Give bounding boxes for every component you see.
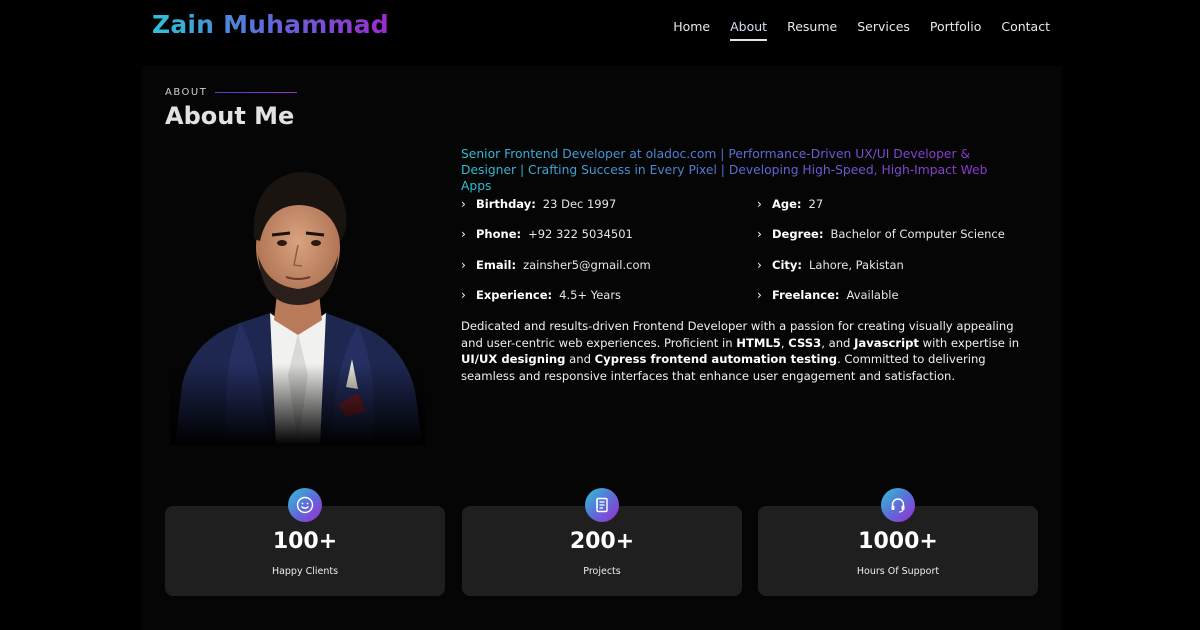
chevron-right-icon: › <box>461 258 466 272</box>
bio-text: and <box>565 352 595 367</box>
stat-label: Happy Clients <box>271 566 339 577</box>
site-header: Zain Muhammad Home About Resume Services… <box>0 0 1200 56</box>
info-value: +92 322 5034501 <box>528 227 633 241</box>
nav-about[interactable]: About <box>730 19 767 41</box>
info-value: 4.5+ Years <box>559 288 622 302</box>
bio-highlight: Cypress frontend automation testing <box>594 352 838 367</box>
tagline: Senior Frontend Developer at oladoc.com … <box>461 146 1021 194</box>
bio-text: , and <box>821 335 855 350</box>
headset-icon <box>881 488 915 522</box>
info-experience: › Experience: 4.5+ Years <box>461 288 621 302</box>
nav-contact[interactable]: Contact <box>1001 19 1050 34</box>
info-value[interactable]: zainsher5@gmail.com <box>523 258 651 272</box>
profile-photo <box>170 155 425 445</box>
bio-highlight: HTML5 <box>736 335 781 350</box>
info-value: Bachelor of Computer Science <box>830 227 1005 241</box>
bio-highlight: UI/UX designing <box>461 352 566 367</box>
info-key: Freelance: <box>772 288 840 302</box>
smiley-icon <box>288 488 322 522</box>
info-degree: › Degree: Bachelor of Computer Science <box>757 227 1005 241</box>
info-value: Lahore, Pakistan <box>808 258 904 272</box>
info-email: › Email: zainsher5@gmail.com <box>461 258 651 272</box>
info-key: Age: <box>772 197 802 211</box>
bio-paragraph: Dedicated and results-driven Frontend De… <box>461 318 1026 384</box>
info-key: Phone: <box>476 227 522 241</box>
info-birthday: › Birthday: 23 Dec 1997 <box>461 197 616 211</box>
bio-highlight: Javascript <box>854 335 919 350</box>
page-title: About Me <box>165 102 295 130</box>
section-label-line <box>215 92 298 93</box>
nav-resume[interactable]: Resume <box>787 19 837 34</box>
stat-number: 200+ <box>569 529 635 554</box>
stat-label: Projects <box>583 566 621 577</box>
chevron-right-icon: › <box>757 227 762 241</box>
chevron-right-icon: › <box>757 258 762 272</box>
stat-label: Hours Of Support <box>856 566 940 577</box>
chevron-right-icon: › <box>461 227 466 241</box>
info-age: › Age: 27 <box>757 197 823 211</box>
info-key: Degree: <box>772 227 824 241</box>
chevron-right-icon: › <box>461 288 466 302</box>
chevron-right-icon: › <box>461 197 466 211</box>
bio-highlight: CSS3 <box>788 335 822 350</box>
nav-portfolio[interactable]: Portfolio <box>930 19 981 34</box>
info-value: Available <box>846 288 899 302</box>
bio-text: with expertise in <box>918 335 1020 350</box>
journal-icon <box>585 488 619 522</box>
section-label: ABOUT <box>165 87 298 98</box>
nav-home[interactable]: Home <box>673 19 710 34</box>
info-city: › City: Lahore, Pakistan <box>757 258 904 272</box>
site-logo[interactable]: Zain Muhammad <box>152 10 389 39</box>
nav-services[interactable]: Services <box>857 19 910 34</box>
stat-number: 100+ <box>272 529 338 554</box>
info-phone: › Phone: +92 322 5034501 <box>461 227 633 241</box>
info-freelance: › Freelance: Available <box>757 288 899 302</box>
info-key: Birthday: <box>476 197 536 211</box>
info-key: City: <box>772 258 802 272</box>
stat-number: 1000+ <box>858 529 938 554</box>
chevron-right-icon: › <box>757 288 762 302</box>
chevron-right-icon: › <box>757 197 762 211</box>
main-nav: Home About Resume Services Portfolio Con… <box>673 19 1050 41</box>
section-label-text: ABOUT <box>165 87 208 98</box>
info-value: 27 <box>808 197 824 211</box>
info-value: 23 Dec 1997 <box>542 197 617 211</box>
info-key: Email: <box>476 258 517 272</box>
info-key: Experience: <box>476 288 553 302</box>
